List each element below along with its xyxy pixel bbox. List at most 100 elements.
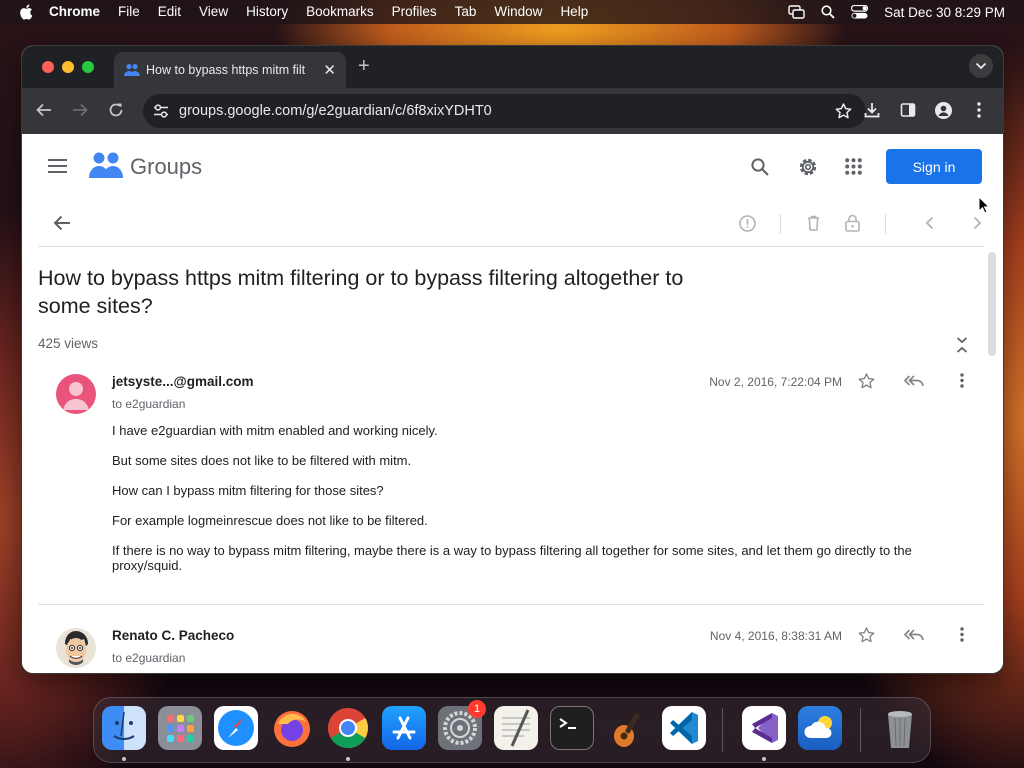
close-window-button[interactable] [42, 61, 54, 73]
groups-logo-icon[interactable] [89, 151, 123, 181]
bookmark-star-icon[interactable] [835, 103, 852, 119]
menu-edit[interactable]: Edit [158, 0, 181, 24]
reload-icon[interactable] [108, 102, 124, 118]
apps-grid-icon[interactable] [845, 158, 862, 175]
launchpad-icon[interactable] [158, 706, 202, 750]
mouse-cursor-icon [978, 196, 990, 214]
site-info-icon[interactable] [153, 104, 169, 118]
header-divider [38, 246, 984, 247]
reply-all-icon[interactable] [904, 375, 924, 387]
tab-title: How to bypass https mitm filt [146, 63, 306, 77]
report-icon[interactable] [739, 215, 756, 232]
menu-help[interactable]: Help [560, 0, 588, 24]
thread-subject: How to bypass https mitm filtering or to… [38, 266, 684, 318]
vscode-icon[interactable] [662, 706, 706, 750]
side-panel-icon[interactable] [900, 102, 916, 118]
trash-icon[interactable] [878, 706, 922, 750]
profile-icon[interactable] [935, 102, 952, 119]
star-message-icon[interactable] [858, 373, 875, 389]
dock-divider [722, 708, 723, 752]
firefox-icon[interactable] [270, 706, 314, 750]
finder-icon[interactable] [102, 706, 146, 750]
chrome-icon[interactable] [326, 706, 370, 750]
menu-app-name[interactable]: Chrome [49, 0, 100, 24]
download-icon[interactable] [864, 102, 880, 118]
avatar[interactable] [56, 628, 96, 668]
page-content: Groups Sign in How to bypass https mitm … [22, 134, 1003, 673]
sign-in-button[interactable]: Sign in [886, 149, 982, 184]
dock-divider [860, 708, 861, 752]
address-bar[interactable]: groups.google.com/g/e2guardian/c/6f8xixY… [143, 94, 866, 128]
menu-history[interactable]: History [246, 0, 288, 24]
back-icon[interactable] [36, 102, 52, 118]
message-sender[interactable]: jetsyste...@gmail.com [112, 374, 253, 389]
control-center-icon[interactable] [851, 5, 869, 19]
menu-bookmarks[interactable]: Bookmarks [306, 0, 374, 24]
textedit-icon[interactable] [494, 706, 538, 750]
menubar-clock[interactable]: Sat Dec 30 8:29 PM [884, 5, 1005, 20]
minimize-window-button[interactable] [62, 61, 74, 73]
running-indicator [122, 757, 126, 761]
notification-badge: 1 [468, 700, 486, 718]
settings-gear-icon[interactable] [797, 156, 819, 178]
groups-header: Groups Sign in [22, 134, 1003, 200]
visual-studio-icon[interactable] [742, 706, 786, 750]
message-paragraph: But some sites does not like to be filte… [112, 453, 412, 468]
app-store-icon[interactable] [382, 706, 426, 750]
message-date: Nov 4, 2016, 8:38:31 AM [709, 629, 842, 643]
delete-icon[interactable] [807, 215, 820, 231]
message-date: Nov 2, 2016, 7:22:04 PM [709, 375, 842, 389]
tab-search-button[interactable] [969, 54, 993, 78]
groups-favicon-icon [124, 64, 140, 76]
menu-file[interactable]: File [118, 0, 140, 24]
menu-bar: Chrome File Edit View History Bookmarks … [0, 0, 1024, 24]
apple-menu-icon[interactable] [19, 4, 33, 20]
menu-tab[interactable]: Tab [455, 0, 477, 24]
previous-thread-icon[interactable] [925, 216, 934, 230]
search-icon[interactable] [751, 158, 769, 176]
browser-toolbar: groups.google.com/g/e2guardian/c/6f8xixY… [22, 88, 1003, 134]
reply-all-icon[interactable] [904, 629, 924, 641]
dock: 1 [93, 697, 931, 763]
zoom-window-button[interactable] [82, 61, 94, 73]
message-more-icon[interactable] [960, 627, 964, 642]
next-thread-icon[interactable] [973, 216, 982, 230]
message-paragraph: For example logmeinrescue does not like … [112, 513, 428, 528]
safari-icon[interactable] [214, 706, 258, 750]
chevron-down-icon [975, 62, 987, 70]
garageband-icon[interactable] [606, 706, 650, 750]
back-to-list-icon[interactable] [53, 215, 71, 231]
running-indicator [346, 757, 350, 761]
tab-strip: How to bypass https mitm filt ✕ + [22, 46, 1003, 88]
groups-logo-text[interactable]: Groups [130, 154, 202, 180]
new-tab-button[interactable]: + [358, 56, 370, 76]
running-indicator [762, 757, 766, 761]
menu-window[interactable]: Window [494, 0, 542, 24]
terminal-icon[interactable] [550, 706, 594, 750]
avatar[interactable] [56, 374, 96, 414]
view-count: 425 views [38, 336, 99, 351]
tab-active[interactable]: How to bypass https mitm filt ✕ [114, 52, 346, 88]
forward-icon[interactable] [72, 102, 88, 118]
spotlight-search-icon[interactable] [821, 5, 835, 19]
toolbar-divider [780, 214, 781, 234]
screen-mirroring-icon[interactable] [788, 5, 805, 19]
cartoon-face-avatar-icon [65, 631, 88, 665]
star-message-icon[interactable] [858, 627, 875, 643]
weather-icon[interactable] [798, 706, 842, 750]
more-menu-icon[interactable] [977, 102, 981, 118]
collapse-all-icon[interactable] [956, 336, 968, 354]
menu-profiles[interactable]: Profiles [392, 0, 437, 24]
tab-close-icon[interactable]: ✕ [323, 61, 336, 79]
message-more-icon[interactable] [960, 373, 964, 388]
message-sender[interactable]: Renato C. Pacheco [112, 628, 234, 643]
thread-action-bar [22, 200, 1003, 247]
hamburger-menu-icon[interactable] [48, 159, 67, 173]
menu-view[interactable]: View [199, 0, 228, 24]
message-divider [38, 604, 984, 605]
message-paragraph: I have e2guardian with mitm enabled and … [112, 423, 438, 438]
message-paragraph: How can I bypass mitm filtering for thos… [112, 483, 384, 498]
scrollbar-thumb[interactable] [988, 252, 996, 356]
url-text[interactable]: groups.google.com/g/e2guardian/c/6f8xixY… [179, 103, 492, 119]
lock-icon[interactable] [845, 214, 860, 232]
